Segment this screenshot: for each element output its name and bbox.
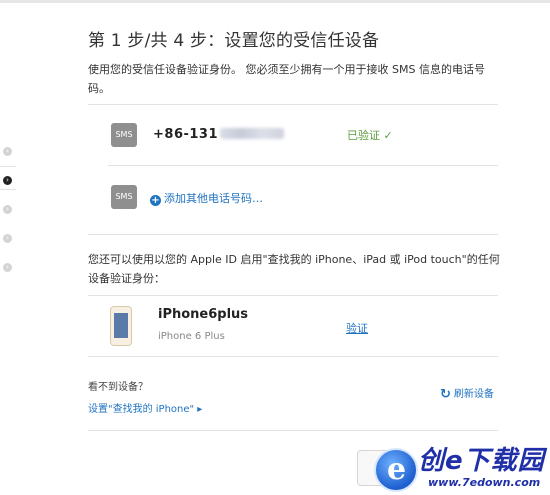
divider <box>88 295 498 296</box>
refresh-label: 刷新设备 <box>453 389 494 400</box>
step-2-chevron-icon[interactable]: › <box>3 176 12 185</box>
refresh-devices-button[interactable]: ↻ 刷新设备 <box>440 385 494 402</box>
sms-icon: SMS <box>111 185 137 209</box>
phone-number-text: +86-131 <box>153 127 219 142</box>
add-phone-label: 添加其他电话号码… <box>164 192 263 205</box>
intro-text: 使用您的受信任设备验证身份。 您必须至少拥有一个用于接收 SMS 信息的电话号码… <box>88 63 485 95</box>
divider <box>88 430 498 431</box>
step-1-chevron-icon[interactable]: › <box>3 147 12 156</box>
verified-label: 已验证 <box>347 129 380 142</box>
divider <box>88 356 498 357</box>
phone-number-blur <box>220 128 285 139</box>
verify-device-link[interactable]: 验证 <box>346 320 368 336</box>
device-name: iPhone6plus <box>158 307 249 322</box>
watermark-logo: e 创e下载园 www.7edown.com <box>370 440 550 495</box>
setup-find-iphone-link[interactable]: 设置"查找我的 iPhone" ▸ <box>88 400 202 415</box>
step-3-chevron-icon[interactable]: › <box>3 205 12 214</box>
step-4-chevron-icon[interactable]: › <box>3 234 12 243</box>
plus-circle-icon: + <box>150 195 161 206</box>
ie-logo-icon: e <box>374 448 418 492</box>
watermark-url: www.7edown.com <box>428 476 541 489</box>
device-model: iPhone 6 Plus <box>158 331 225 342</box>
iphone-device-icon <box>110 306 132 346</box>
step-5-chevron-icon[interactable]: › <box>3 263 12 272</box>
top-border <box>0 0 550 3</box>
logo-letter: e <box>387 452 407 487</box>
page-title: 第 1 步/共 4 步：设置您的受信任设备 <box>88 31 380 51</box>
step-navigation: › › › › › <box>0 140 16 280</box>
divider <box>88 104 498 105</box>
refresh-icon: ↻ <box>440 387 451 402</box>
find-device-description: 您还可以使用以您的 Apple ID 启用"查找我的 iPhone、iPad 或… <box>88 253 500 285</box>
phone-number: +86-131 <box>153 127 285 142</box>
divider <box>88 234 498 235</box>
watermark-brand: 创e下载园 <box>418 446 545 476</box>
checkmark-icon: ✓ <box>383 129 393 142</box>
device-screen <box>114 313 128 338</box>
divider <box>108 165 498 166</box>
verified-status: 已验证 ✓ <box>347 127 393 143</box>
sms-icon: SMS <box>111 123 137 147</box>
add-phone-link[interactable]: + 添加其他电话号码… <box>150 190 263 206</box>
cant-see-device-text: 看不到设备？ <box>88 382 148 393</box>
